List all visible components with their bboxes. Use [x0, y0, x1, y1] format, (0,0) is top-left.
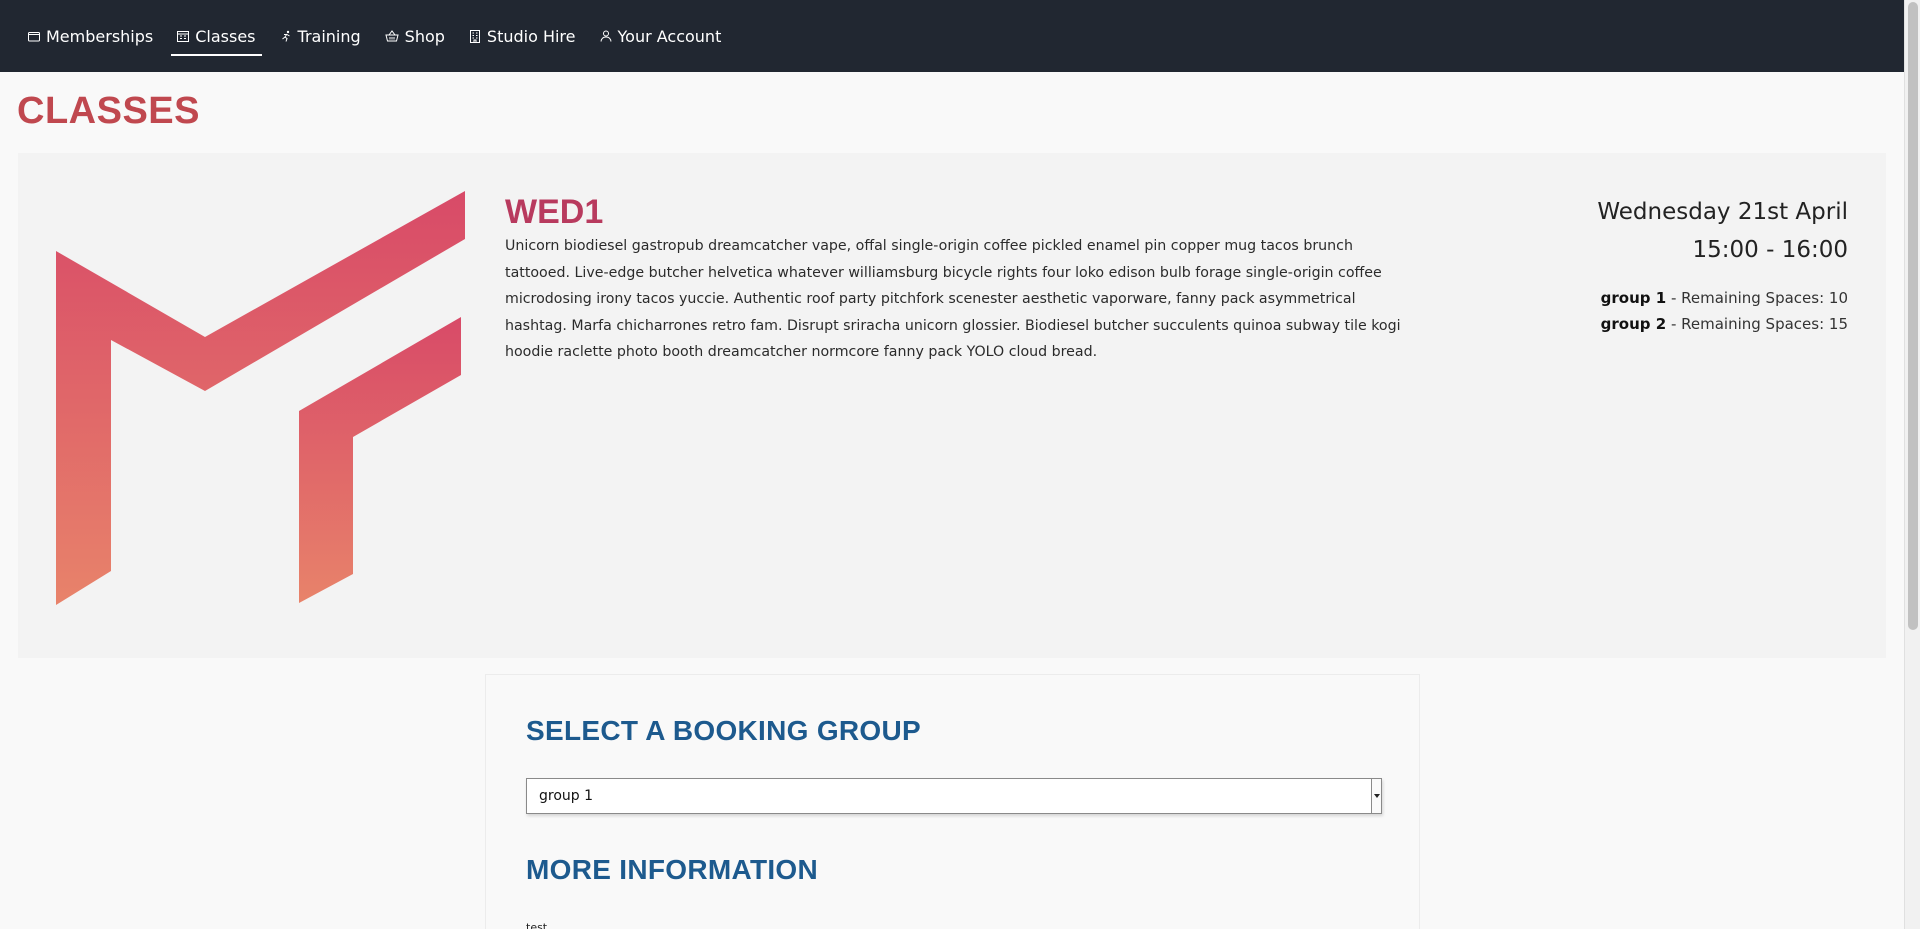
class-card: WED1 Unicorn biodiesel gastropub dreamca… [18, 153, 1886, 658]
page-scrollbar[interactable] [1904, 0, 1920, 929]
group-availability: group 1 - Remaining Spaces: 10 group 2 -… [1597, 285, 1848, 337]
nav-shop-label: Shop [404, 26, 445, 46]
nav-your-account-label: Your Account [617, 26, 722, 46]
runner-icon [280, 30, 292, 42]
user-icon [600, 30, 612, 42]
class-name: WED1 [505, 193, 604, 231]
class-date: Wednesday 21st April [1597, 199, 1848, 225]
class-description: Unicorn biodiesel gastropub dreamcatcher… [505, 238, 1401, 360]
calendar-icon [177, 30, 190, 42]
class-meta: Wednesday 21st April 15:00 - 16:00 group… [1597, 195, 1848, 337]
chevron-down-icon[interactable] [1371, 779, 1381, 813]
group-availability-row: group 2 - Remaining Spaces: 15 [1597, 311, 1848, 337]
basket-icon [385, 30, 399, 42]
class-time: 15:00 - 16:00 [1692, 237, 1849, 263]
nav-memberships[interactable]: Memberships [26, 0, 155, 72]
group-remaining: - Remaining Spaces: 15 [1666, 315, 1848, 333]
folder-icon [28, 30, 40, 42]
group-name: group 2 [1600, 315, 1667, 333]
group-remaining: - Remaining Spaces: 10 [1666, 289, 1848, 307]
nav-studio-hire-label: Studio Hire [486, 26, 576, 46]
group-availability-row: group 1 - Remaining Spaces: 10 [1597, 285, 1848, 311]
nav-classes[interactable]: Classes [171, 0, 262, 72]
nav-training[interactable]: Training [278, 0, 363, 72]
booking-group-selected: group 1 [539, 788, 594, 804]
more-info-heading: MORE INFORMATION [526, 854, 819, 885]
page-title: CLASSES [17, 90, 200, 132]
nav-memberships-label: Memberships [46, 26, 154, 46]
brand-logo [56, 191, 486, 625]
scrollbar-thumb[interactable] [1908, 2, 1918, 630]
nav-classes-label: Classes [195, 26, 256, 46]
more-info-text: test [526, 921, 548, 929]
booking-group-heading: SELECT A BOOKING GROUP [526, 715, 921, 746]
building-icon [469, 29, 481, 43]
nav-training-label: Training [297, 26, 361, 46]
booking-group-select[interactable]: group 1 [526, 778, 1382, 814]
nav-studio-hire[interactable]: Studio Hire [467, 0, 578, 72]
nav-your-account[interactable]: Your Account [598, 0, 724, 72]
group-name: group 1 [1600, 289, 1667, 307]
booking-panel: SELECT A BOOKING GROUP group 1 MORE INFO… [485, 674, 1420, 929]
top-navbar: Memberships Classes Training Shop Studio… [0, 0, 1904, 72]
nav-shop[interactable]: Shop [383, 0, 447, 72]
